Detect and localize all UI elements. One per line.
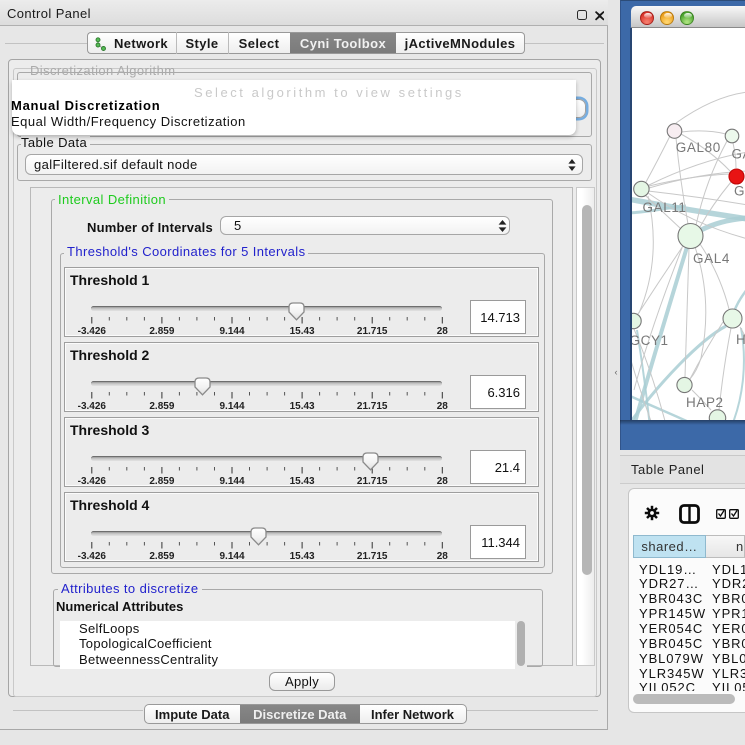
- svg-text:GCY1: GCY1: [632, 333, 669, 348]
- svg-text:HAP2: HAP2: [686, 395, 724, 410]
- svg-text:GAL80: GAL80: [732, 147, 745, 162]
- svg-text:GAL11: GAL11: [643, 200, 687, 215]
- svg-text:GAL80: GAL80: [676, 140, 721, 155]
- svg-text:GAL4: GAL4: [693, 251, 730, 266]
- svg-text:GCY1: GCY1: [734, 184, 745, 199]
- svg-text:HAP4: HAP4: [736, 332, 745, 347]
